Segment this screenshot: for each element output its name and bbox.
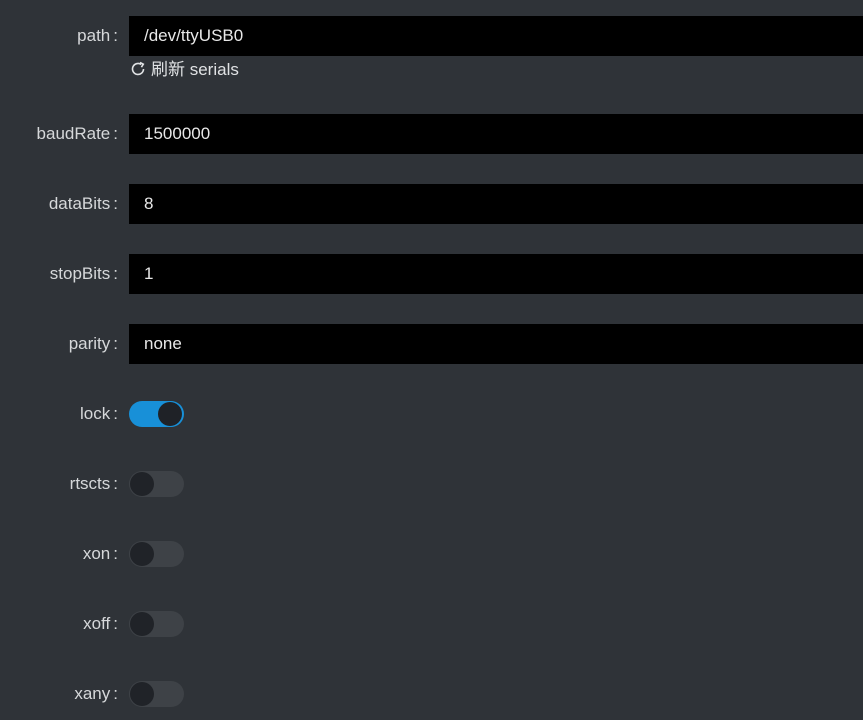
path-input[interactable]: /dev/ttyUSB0 xyxy=(129,16,863,56)
parity-row: parity: none xyxy=(0,324,863,364)
xon-row: xon: xyxy=(0,534,863,574)
xoff-label: xoff: xyxy=(0,604,118,644)
databits-row: dataBits: 8 xyxy=(0,184,863,224)
lock-label: lock: xyxy=(0,394,118,434)
colon: : xyxy=(113,194,118,213)
refresh-serials-label: 刷新 serials xyxy=(151,60,239,79)
xoff-label-text: xoff xyxy=(83,614,111,633)
colon: : xyxy=(113,684,118,703)
serial-config-form: path: /dev/ttyUSB0 刷新 serials baudRate: … xyxy=(0,0,863,720)
stopbits-row: stopBits: 1 xyxy=(0,254,863,294)
lock-toggle[interactable] xyxy=(129,401,184,427)
refresh-icon xyxy=(129,60,151,79)
parity-select[interactable]: none xyxy=(129,324,863,364)
lock-label-text: lock xyxy=(80,404,111,423)
rtscts-row: rtscts: xyxy=(0,464,863,504)
baudrate-row: baudRate: 1500000 xyxy=(0,114,863,154)
toggle-knob xyxy=(130,612,154,636)
baudrate-input[interactable]: 1500000 xyxy=(129,114,863,154)
colon: : xyxy=(113,264,118,283)
databits-label: dataBits: xyxy=(0,184,118,224)
xany-label: xany: xyxy=(0,674,118,714)
lock-row: lock: xyxy=(0,394,863,434)
colon: : xyxy=(113,334,118,353)
colon: : xyxy=(113,26,118,45)
xany-toggle[interactable] xyxy=(129,681,184,707)
stopbits-label: stopBits: xyxy=(0,254,118,294)
xany-row: xany: xyxy=(0,674,863,714)
xoff-row: xoff: xyxy=(0,604,863,644)
toggle-knob xyxy=(130,682,154,706)
toggle-knob xyxy=(158,402,182,426)
path-label-text: path xyxy=(77,26,111,45)
databits-label-text: dataBits xyxy=(48,194,111,213)
parity-label-text: parity xyxy=(68,334,111,353)
colon: : xyxy=(113,404,118,423)
xany-label-text: xany xyxy=(74,684,111,703)
path-label: path: xyxy=(0,16,118,56)
xon-label: xon: xyxy=(0,534,118,574)
colon: : xyxy=(113,544,118,563)
path-row: path: /dev/ttyUSB0 xyxy=(0,16,863,56)
stopbits-input[interactable]: 1 xyxy=(129,254,863,294)
xon-toggle[interactable] xyxy=(129,541,184,567)
stopbits-label-text: stopBits xyxy=(49,264,111,283)
refresh-serials-button[interactable]: 刷新 serials xyxy=(129,58,239,82)
toggle-knob xyxy=(130,472,154,496)
xoff-toggle[interactable] xyxy=(129,611,184,637)
toggle-knob xyxy=(130,542,154,566)
colon: : xyxy=(113,124,118,143)
colon: : xyxy=(113,614,118,633)
rtscts-label-text: rtscts xyxy=(69,474,111,493)
xon-label-text: xon xyxy=(82,544,111,563)
databits-input[interactable]: 8 xyxy=(129,184,863,224)
rtscts-label: rtscts: xyxy=(0,464,118,504)
colon: : xyxy=(113,474,118,493)
rtscts-toggle[interactable] xyxy=(129,471,184,497)
parity-label: parity: xyxy=(0,324,118,364)
baudrate-label-text: baudRate xyxy=(36,124,111,143)
baudrate-label: baudRate: xyxy=(0,114,118,154)
